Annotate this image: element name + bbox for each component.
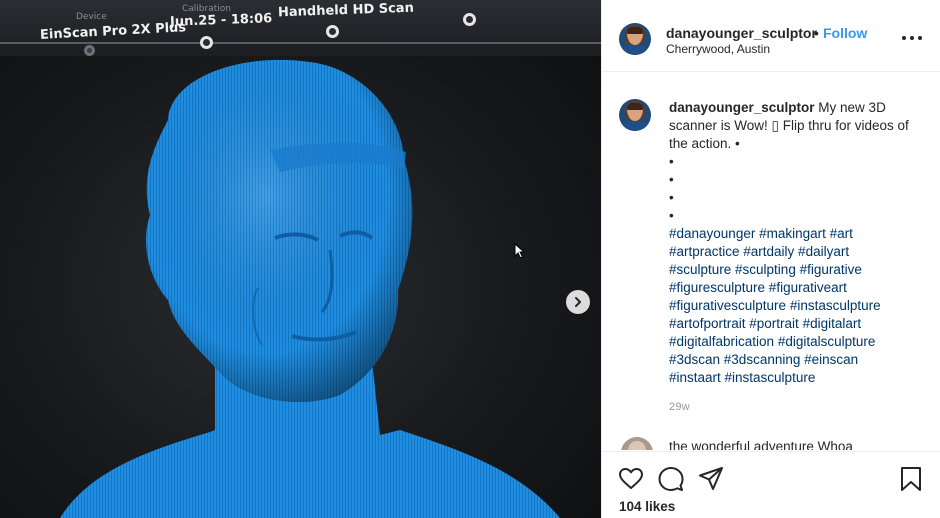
hashtag-line[interactable]: #figuresculpture #figurativeart [669, 279, 919, 297]
commenter-avatar[interactable] [621, 437, 653, 450]
hashtag-line[interactable]: #digitalfabrication #digitalsculpture [669, 333, 919, 351]
caption-username-link[interactable]: danayounger_sculptor [669, 100, 815, 115]
mouse-cursor-icon [514, 243, 526, 259]
caption-bullet: • [669, 190, 674, 205]
hashtag-line[interactable]: #artpractice #artdaily #dailyart [669, 243, 919, 261]
post-timestamp[interactable]: 29w [669, 401, 690, 413]
author-avatar[interactable] [619, 23, 651, 55]
post-actions-bar: 104 likes [602, 451, 940, 518]
caption-bullet: • [669, 172, 674, 187]
comments-section[interactable]: danayounger_sculptor My new 3D scanner i… [602, 73, 940, 450]
heart-icon[interactable] [618, 466, 644, 492]
follow-button[interactable]: Follow [823, 25, 867, 41]
comment-text: the wonderful adventure Whoa [669, 439, 853, 450]
post-media[interactable]: Device EinScan Pro 2X Plus Calibration J… [0, 0, 601, 518]
comment-icon[interactable] [658, 466, 684, 492]
post-caption: danayounger_sculptor My new 3D scanner i… [669, 99, 919, 387]
caption-bullet: • [669, 208, 674, 223]
bookmark-icon[interactable] [898, 466, 924, 492]
post-details-panel: danayounger_sculptor • Follow Cherrywood… [601, 0, 940, 518]
hashtag-line[interactable]: #figurativesculpture #instasculpture [669, 297, 919, 315]
caption-bullet: • [669, 154, 674, 169]
scanned-bust-image [60, 59, 560, 518]
hashtag-line[interactable]: #sculpture #sculpting #figurative [669, 261, 919, 279]
header-separator: • [814, 25, 819, 41]
hashtag-line[interactable]: #danayounger #makingart #art [669, 225, 919, 243]
comment-item: the wonderful adventure Whoa [669, 439, 919, 450]
likes-count[interactable]: 104 likes [619, 499, 675, 514]
share-icon[interactable] [698, 466, 724, 492]
next-media-button[interactable] [566, 290, 590, 314]
chevron-right-icon [575, 297, 581, 307]
post-header: danayounger_sculptor • Follow Cherrywood… [602, 0, 940, 72]
hashtag-line[interactable]: #3dscan #3dscanning #einscan [669, 351, 919, 369]
location-link[interactable]: Cherrywood, Austin [666, 42, 770, 56]
more-options-button[interactable] [902, 30, 924, 46]
caption-author-avatar[interactable] [619, 99, 651, 131]
hashtag-line[interactable]: #instaart #instasculpture [669, 369, 919, 387]
hashtag-line[interactable]: #artofportrait #portrait #digitalart [669, 315, 919, 333]
author-username-link[interactable]: danayounger_sculptor [666, 25, 817, 41]
